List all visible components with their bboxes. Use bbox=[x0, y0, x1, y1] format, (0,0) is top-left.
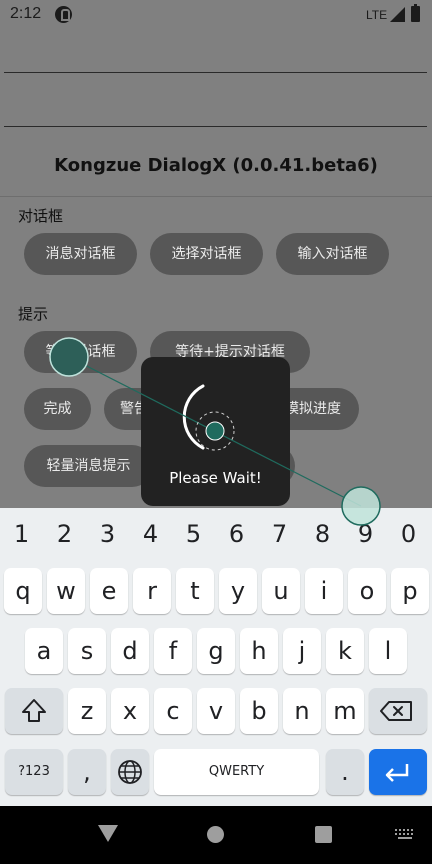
wait-dialog-button[interactable]: 等待对话框 bbox=[24, 331, 137, 373]
keyboard-switch-icon[interactable] bbox=[395, 829, 415, 840]
space-key[interactable]: QWERTY bbox=[154, 749, 319, 795]
message-dialog-button[interactable]: 消息对话框 bbox=[24, 233, 137, 275]
key-f[interactable]: f bbox=[154, 628, 192, 674]
success-button[interactable]: 完成 bbox=[24, 388, 91, 430]
key-k[interactable]: k bbox=[326, 628, 364, 674]
key-o[interactable]: o bbox=[348, 568, 386, 614]
key-8[interactable]: 8 bbox=[301, 520, 344, 548]
wait-dialog: Please Wait! bbox=[141, 357, 290, 506]
input-underline-1[interactable] bbox=[4, 72, 427, 73]
wait-dialog-text: Please Wait! bbox=[169, 469, 262, 487]
recents-icon[interactable] bbox=[315, 826, 332, 843]
comma-key[interactable]: , bbox=[68, 749, 106, 795]
globe-icon bbox=[118, 760, 142, 784]
key-7[interactable]: 7 bbox=[258, 520, 301, 548]
key-u[interactable]: u bbox=[262, 568, 300, 614]
back-icon[interactable] bbox=[98, 825, 118, 842]
status-time: 2:12 bbox=[10, 5, 42, 22]
key-c[interactable]: c bbox=[154, 688, 192, 734]
key-m[interactable]: m bbox=[326, 688, 364, 734]
input-dialog-button[interactable]: 输入对话框 bbox=[276, 233, 389, 275]
enter-icon bbox=[385, 764, 409, 782]
loading-spinner-icon bbox=[182, 384, 205, 450]
key-y[interactable]: y bbox=[219, 568, 257, 614]
key-e[interactable]: e bbox=[90, 568, 128, 614]
key-r[interactable]: r bbox=[133, 568, 171, 614]
shift-key[interactable] bbox=[5, 688, 63, 734]
enter-key[interactable] bbox=[369, 749, 427, 795]
key-b[interactable]: b bbox=[240, 688, 278, 734]
key-n[interactable]: n bbox=[283, 688, 321, 734]
key-q[interactable]: q bbox=[4, 568, 42, 614]
key-w[interactable]: w bbox=[47, 568, 85, 614]
key-h[interactable]: h bbox=[240, 628, 278, 674]
key-5[interactable]: 5 bbox=[172, 520, 215, 548]
key-t[interactable]: t bbox=[176, 568, 214, 614]
period-key[interactable]: . bbox=[326, 749, 364, 795]
key-0[interactable]: 0 bbox=[387, 520, 430, 548]
status-bar: 2:12 LTE bbox=[0, 0, 432, 30]
key-a[interactable]: a bbox=[25, 628, 63, 674]
navigation-bar bbox=[0, 806, 432, 864]
backspace-key[interactable] bbox=[369, 688, 427, 734]
section-label-tips: 提示 bbox=[18, 305, 49, 323]
select-dialog-button[interactable]: 选择对话框 bbox=[150, 233, 263, 275]
input-underline-2[interactable] bbox=[4, 126, 427, 127]
key-2[interactable]: 2 bbox=[43, 520, 86, 548]
symbols-key[interactable]: ?123 bbox=[5, 749, 63, 795]
key-l[interactable]: l bbox=[369, 628, 407, 674]
shift-icon bbox=[22, 699, 46, 722]
key-9[interactable]: 9 bbox=[344, 520, 387, 548]
key-4[interactable]: 4 bbox=[129, 520, 172, 548]
network-type: LTE bbox=[366, 8, 388, 22]
key-1[interactable]: 1 bbox=[0, 520, 43, 548]
backspace-icon bbox=[380, 701, 412, 721]
key-z[interactable]: z bbox=[68, 688, 106, 734]
key-i[interactable]: i bbox=[305, 568, 343, 614]
section-label-dialogs: 对话框 bbox=[18, 207, 64, 225]
key-g[interactable]: g bbox=[197, 628, 235, 674]
key-s[interactable]: s bbox=[68, 628, 106, 674]
divider bbox=[0, 196, 432, 197]
toast-button[interactable]: 轻量消息提示 bbox=[24, 445, 153, 487]
key-6[interactable]: 6 bbox=[215, 520, 258, 548]
soft-keyboard: 1 2 3 4 5 6 7 8 9 0 q w e r t y u i o p … bbox=[0, 508, 432, 806]
key-j[interactable]: j bbox=[283, 628, 321, 674]
language-key[interactable] bbox=[111, 749, 149, 795]
key-x[interactable]: x bbox=[111, 688, 149, 734]
battery-icon bbox=[411, 4, 420, 22]
key-3[interactable]: 3 bbox=[86, 520, 129, 548]
home-icon[interactable] bbox=[207, 826, 224, 843]
notification-badge-icon bbox=[55, 6, 72, 23]
page-title: Kongzue DialogX (0.0.41.beta6) bbox=[54, 155, 378, 176]
signal-icon bbox=[390, 7, 405, 22]
key-v[interactable]: v bbox=[197, 688, 235, 734]
key-p[interactable]: p bbox=[391, 568, 429, 614]
key-d[interactable]: d bbox=[111, 628, 149, 674]
